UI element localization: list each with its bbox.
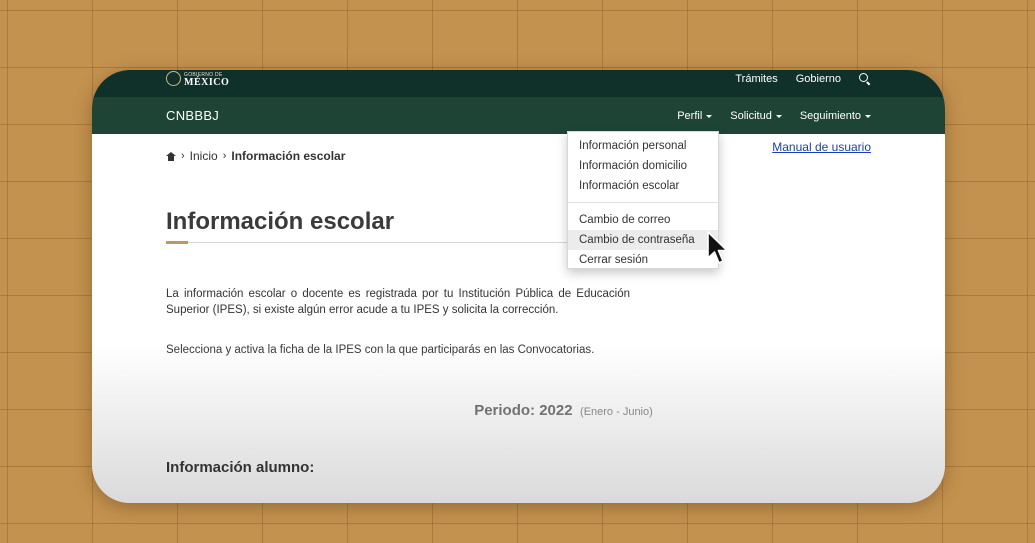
breadcrumb-separator: › [181,150,185,162]
search-icon[interactable] [859,73,871,85]
title-divider [166,242,570,243]
breadcrumb-separator: › [222,150,227,162]
dropdown-item-cerrar-sesion[interactable]: Cerrar sesión [568,250,718,270]
site-navbar: CNBBBJ Perfil Solicitud Seguimiento [92,97,945,134]
link-gobierno[interactable]: Gobierno [796,73,841,85]
breadcrumb-current: Información escolar [231,149,346,163]
instruction-paragraph: Selecciona y activa la ficha de la IPES … [166,344,595,356]
dropdown-divider [568,202,718,203]
logo-big-text: MÉXICO [184,76,230,88]
title-accent-bar [166,241,188,244]
section-title-alumno: Información alumno: [166,459,315,476]
breadcrumb-home[interactable]: Inicio [190,149,218,163]
dropdown-item-informacion-escolar[interactable]: Información escolar [568,176,718,196]
government-bar: GOBIERNO DE MÉXICO Trámites Gobierno [92,70,945,97]
breadcrumb: › Inicio › Información escolar [166,149,345,163]
dropdown-item-informacion-domicilio[interactable]: Información domicilio [568,156,718,176]
seal-icon [166,71,181,86]
dropdown-item-informacion-personal[interactable]: Información personal [568,136,718,156]
period-range: (Enero - Junio) [580,406,653,418]
site-title[interactable]: CNBBBJ [166,108,219,123]
dropdown-item-cambio-contrasena[interactable]: Cambio de contraseña [568,230,718,250]
manual-link[interactable]: Manual de usuario [772,140,871,154]
government-links: Trámites Gobierno [735,73,871,85]
caret-down-icon [865,114,871,118]
site-menu: Perfil Solicitud Seguimiento [677,110,871,122]
menu-perfil[interactable]: Perfil [677,110,713,122]
home-icon[interactable] [166,151,176,161]
page-title: Información escolar [166,208,395,235]
browser-viewport: GOBIERNO DE MÉXICO Trámites Gobierno CNB… [92,70,945,503]
period-label: Periodo: 2022 [474,402,573,419]
gob-mx-logo[interactable]: GOBIERNO DE MÉXICO [166,71,230,88]
perfil-dropdown-menu: Información personal Información domicil… [567,131,719,269]
info-paragraph: La información escolar o docente es regi… [166,288,630,316]
dropdown-item-cambio-correo[interactable]: Cambio de correo [568,210,718,230]
menu-solicitud[interactable]: Solicitud [730,110,782,122]
menu-seguimiento[interactable]: Seguimiento [800,110,871,122]
caret-down-icon [706,114,713,118]
mouse-pointer-icon [707,231,728,264]
link-tramites[interactable]: Trámites [735,73,777,85]
period-heading: Periodo: 2022 (Enero - Junio) [92,402,945,420]
caret-down-icon [775,114,782,118]
